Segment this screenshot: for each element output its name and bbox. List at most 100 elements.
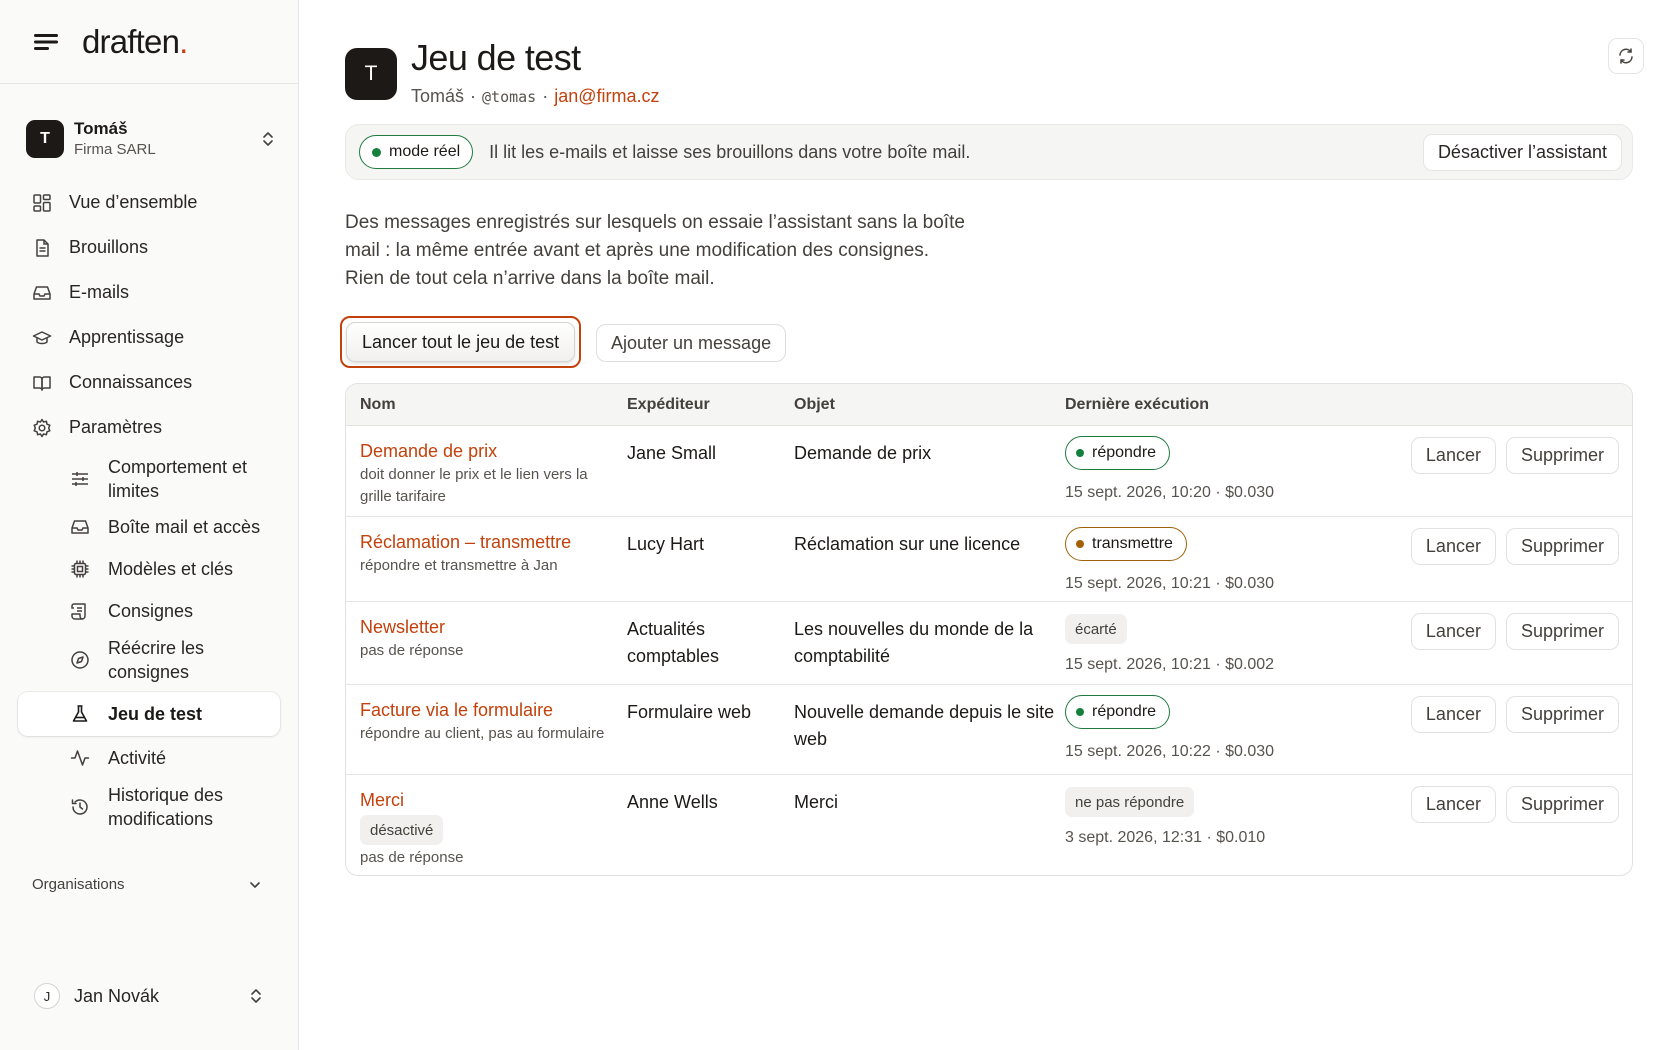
user-avatar: J [34,983,60,1009]
row-actions: Lancer Supprimer [1410,613,1619,650]
result-badge: ne pas répondre [1065,787,1195,817]
sidebar-item-history[interactable]: Historique des modifications [18,780,280,834]
logo-text: draften [82,22,180,60]
status-dot [1076,708,1084,716]
test-name-link[interactable]: Demande de prix [360,440,620,462]
last-run-cell: écarté 15 sept. 2026, 10:21 · $0.002 [1065,614,1274,674]
row-actions: Lancer Supprimer [1410,437,1619,474]
subject-cell: Nouvelle demande depuis le site web [794,702,1055,749]
last-run-cell: ne pas répondre 3 sept. 2026, 12:31 · $0… [1065,787,1265,847]
account-name: Tomáš [74,119,128,138]
status-badge: mode réel [359,135,474,169]
test-expectation: répondre et transmettre à Jan [360,557,558,574]
last-run-meta: 3 sept. 2026, 12:31 · $0.010 [1065,829,1266,846]
test-name-cell: Merci désactivé pas de réponse [360,789,620,869]
gear-icon [33,418,51,437]
assistant-handle: @tomas [482,88,537,106]
sidebar-item-rewrite[interactable]: Réécrire les consignes [18,632,280,688]
test-expectation: pas de réponse [360,642,464,659]
sidebar-item-drafts[interactable]: Brouillons [18,225,280,270]
result-label: répondre [1092,703,1157,720]
chevron-updown-icon [263,132,273,146]
test-name-link[interactable]: Facture via le formulaire [360,699,620,721]
sidebar-item-mailbox[interactable]: Boîte mail et accès [18,507,280,547]
sidebar-item-instructions[interactable]: Consignes [18,590,280,632]
refresh-icon [1619,48,1633,64]
row-actions: Lancer Supprimer [1410,528,1619,565]
sidebar-item-label: Jeu de test [108,704,203,724]
inbox-icon [33,285,51,300]
sender-cell: Jane Small [627,443,717,463]
account-switcher[interactable]: T Tomáš Firma SARL [26,114,276,164]
result-label: transmettre [1092,535,1173,552]
add-message-button[interactable]: Ajouter un message [596,324,787,362]
delete-button[interactable]: Supprimer [1505,528,1619,565]
delete-button[interactable]: Supprimer [1505,696,1619,733]
delete-button[interactable]: Supprimer [1505,613,1619,650]
sidebar-item-label: Historique des modifications [108,785,224,829]
sidebar-item-label: Consignes [108,601,194,621]
sidebar-nav: Vue d’ensemble Brouillons E-mails Appren… [18,180,280,834]
table-row: Newsletter pas de réponse Actualités com… [346,602,1632,685]
test-expectation: pas de réponse [360,849,464,866]
run-button[interactable]: Lancer [1410,437,1496,474]
assistant-identity: Tomáš · @tomas · jan@firma.cz [411,86,660,107]
user-menu[interactable]: J Jan Novák [34,983,264,1009]
assistant-name: Tomáš [411,86,465,106]
assistant-email-link[interactable]: jan@firma.cz [554,86,659,107]
run-all-button[interactable]: Lancer tout le jeu de test [346,322,576,362]
result-badge: répondre [1065,436,1171,470]
table-row: Demande de prix doit donner le prix et l… [346,426,1632,517]
sidebar-item-label: Connaissances [69,372,193,392]
sidebar-item-activity[interactable]: Activité [18,736,280,780]
delete-button[interactable]: Supprimer [1505,437,1619,474]
dashboard-icon [33,193,51,212]
deactivate-assistant-button[interactable]: Désactiver l’assistant [1422,134,1622,171]
run-button[interactable]: Lancer [1410,786,1496,823]
last-run-meta: 15 sept. 2026, 10:21 · $0.030 [1065,575,1275,592]
user-name: Jan Novák [74,985,160,1006]
test-name-cell: Facture via le formulaire répondre au cl… [360,699,620,745]
main-content: T Jeu de test Tomáš · @tomas · jan@firma… [299,0,1680,1050]
table-row: Réclamation – transmettre répondre et tr… [346,517,1632,602]
run-button[interactable]: Lancer [1410,696,1496,733]
organizations-toggle[interactable]: Organisations [32,876,262,893]
sidebar-item-label: Réécrire les consignes [108,638,205,682]
chevron-updown-icon [251,989,261,1003]
sidebar-item-testset[interactable]: Jeu de test [18,692,280,736]
logo: draften. [82,23,188,61]
delete-button[interactable]: Supprimer [1505,786,1619,823]
menu-icon[interactable] [32,28,60,56]
sidebar-item-behavior[interactable]: Comportement et limites [18,454,280,504]
refresh-button[interactable] [1608,38,1644,74]
run-button[interactable]: Lancer [1410,613,1496,650]
sidebar-item-knowledge[interactable]: Connaissances [18,360,280,405]
activity-icon [70,750,90,766]
flask-icon [72,705,88,722]
sidebar-item-label: Paramètres [69,417,163,437]
sidebar-item-overview[interactable]: Vue d’ensemble [18,180,280,225]
sidebar-item-models[interactable]: Modèles et clés [18,547,280,590]
chevron-down-icon [250,881,260,888]
sidebar-item-label: Boîte mail et accès [108,517,261,537]
column-header-subject: Objet [794,396,835,413]
sidebar-item-settings[interactable]: Paramètres [18,405,280,450]
sender-cell: Formulaire web [627,702,752,722]
logo-dot: . [179,22,188,60]
page-title: Jeu de test [411,37,581,78]
test-name-link[interactable]: Merci [360,789,620,811]
last-run-cell: répondre 15 sept. 2026, 10:22 · $0.030 [1065,695,1274,761]
sidebar-item-emails[interactable]: E-mails [18,270,280,315]
compass-icon [71,651,89,669]
test-name-link[interactable]: Réclamation – transmettre [360,531,620,553]
last-run-meta: 15 sept. 2026, 10:20 · $0.030 [1065,484,1275,501]
settings-subnav: Comportement et limites Boîte mail et ac… [18,454,280,834]
result-label: répondre [1092,444,1157,461]
separator: · [542,86,549,106]
sidebar-item-learning[interactable]: Apprentissage [18,315,280,360]
test-name-link[interactable]: Newsletter [360,616,620,638]
row-actions: Lancer Supprimer [1410,786,1619,823]
page-description: Des messages enregistrés sur lesquels on… [345,212,965,289]
run-button[interactable]: Lancer [1410,528,1496,565]
sidebar-item-label: Activité [108,748,167,768]
